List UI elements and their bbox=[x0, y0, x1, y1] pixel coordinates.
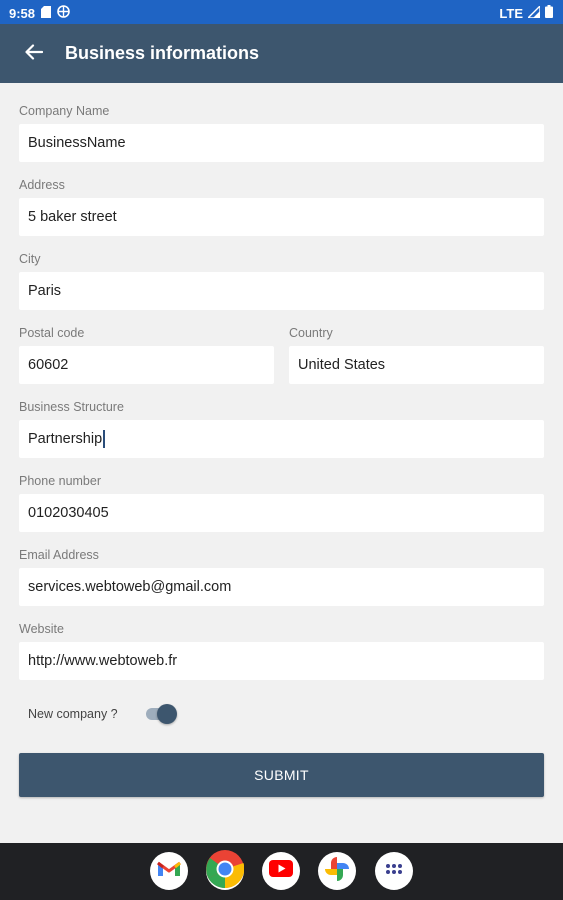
vpn-globe-icon bbox=[57, 5, 70, 21]
city-field: City Paris bbox=[19, 252, 544, 310]
email-input[interactable]: services.webtoweb@gmail.com bbox=[19, 568, 544, 606]
city-label: City bbox=[19, 252, 41, 266]
city-input[interactable]: Paris bbox=[19, 272, 544, 310]
gmail-app[interactable] bbox=[150, 852, 188, 890]
website-input[interactable]: http://www.webtoweb.fr bbox=[19, 642, 544, 680]
gmail-icon bbox=[157, 860, 181, 883]
network-type: LTE bbox=[499, 5, 523, 21]
page-title: Business informations bbox=[65, 43, 260, 63]
photos-icon bbox=[324, 856, 350, 887]
address-input[interactable]: 5 baker street bbox=[19, 198, 544, 236]
status-bar: 9:58 LTE bbox=[0, 0, 563, 24]
new-company-toggle[interactable] bbox=[146, 704, 177, 724]
company-name-label: Company Name bbox=[19, 104, 110, 118]
submit-button[interactable]: SUBMIT bbox=[19, 753, 544, 797]
email-field: Email Address services.webtoweb@gmail.co… bbox=[19, 548, 544, 606]
phone-label: Phone number bbox=[19, 474, 102, 488]
postal-code-field: Postal code 60602 bbox=[19, 326, 274, 384]
app-drawer-icon bbox=[385, 862, 403, 880]
website-label: Website bbox=[19, 622, 64, 636]
sd-card-icon bbox=[41, 5, 52, 21]
address-label: Address bbox=[19, 178, 65, 192]
business-structure-input[interactable]: Partnership bbox=[19, 420, 544, 458]
phone-field: Phone number 0102030405 bbox=[19, 474, 544, 532]
app-dock bbox=[0, 843, 563, 900]
new-company-row: New company ? bbox=[28, 702, 177, 726]
business-structure-value: Partnership bbox=[28, 431, 103, 447]
email-label: Email Address bbox=[19, 548, 99, 562]
chrome-app[interactable] bbox=[206, 849, 245, 893]
battery-icon bbox=[545, 5, 553, 21]
signal-icon bbox=[526, 3, 541, 21]
back-button[interactable] bbox=[20, 40, 48, 68]
country-input[interactable]: United States bbox=[289, 346, 544, 384]
country-label: Country bbox=[289, 326, 333, 340]
youtube-app[interactable] bbox=[262, 852, 300, 890]
business-structure-field: Business Structure Partnership bbox=[19, 400, 544, 458]
company-name-field: Company Name BusinessName bbox=[19, 104, 544, 162]
arrow-back-icon bbox=[25, 43, 44, 65]
toggle-thumb bbox=[157, 704, 177, 724]
website-field: Website http://www.webtoweb.fr bbox=[19, 622, 544, 680]
postal-code-label: Postal code bbox=[19, 326, 85, 340]
phone-input[interactable]: 0102030405 bbox=[19, 494, 544, 532]
business-structure-label: Business Structure bbox=[19, 400, 124, 414]
text-cursor bbox=[103, 430, 105, 449]
app-drawer[interactable] bbox=[375, 852, 413, 890]
country-field: Country United States bbox=[289, 326, 544, 384]
postal-code-input[interactable]: 60602 bbox=[19, 346, 274, 384]
company-name-input[interactable]: BusinessName bbox=[19, 124, 544, 162]
app-bar: Business informations bbox=[0, 24, 563, 83]
new-company-label: New company ? bbox=[28, 707, 118, 721]
status-time: 9:58 bbox=[9, 5, 36, 21]
youtube-icon bbox=[269, 860, 293, 882]
chrome-icon bbox=[206, 849, 245, 893]
photos-app[interactable] bbox=[318, 852, 356, 890]
address-field: Address 5 baker street bbox=[19, 178, 544, 236]
